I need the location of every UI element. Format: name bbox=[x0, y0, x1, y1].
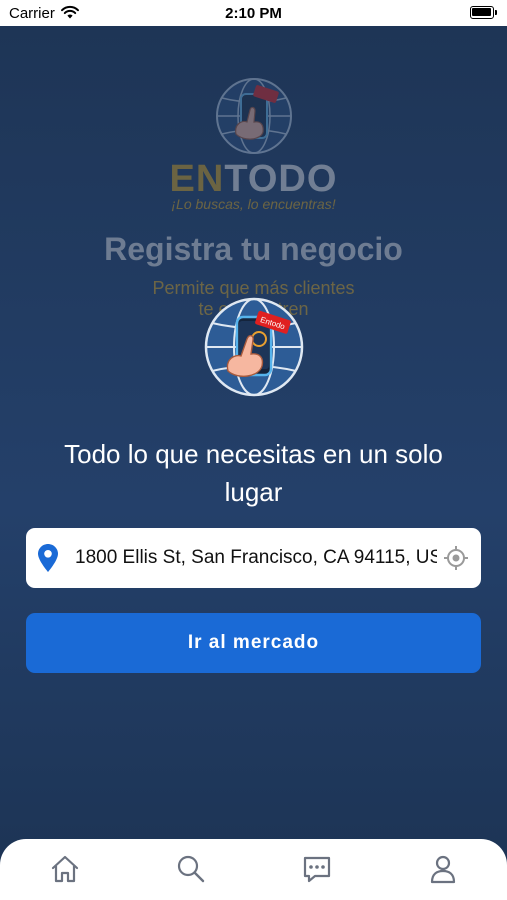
clock: 2:10 PM bbox=[225, 5, 282, 22]
banner-globe-icon bbox=[214, 76, 294, 161]
go-to-market-button[interactable]: Ir al mercado bbox=[26, 613, 481, 673]
main-screen: ENTODO ¡Lo buscas, lo encuentras! Regist… bbox=[0, 26, 507, 900]
brand-en: EN bbox=[169, 158, 225, 200]
bottom-nav bbox=[0, 839, 507, 900]
app-logo-icon: Entodo bbox=[204, 297, 304, 397]
brand-wordmark: ENTODO bbox=[0, 158, 507, 201]
chat-icon[interactable] bbox=[301, 853, 333, 885]
banner-title: Registra tu negocio bbox=[104, 231, 403, 267]
banner-subtitle-line1: Permite que más clientes bbox=[152, 278, 355, 298]
address-value[interactable]: 1800 Ellis St, San Francisco, CA 94115, … bbox=[75, 547, 437, 569]
brand-todo: TODO bbox=[224, 158, 338, 200]
search-icon[interactable] bbox=[175, 853, 207, 885]
address-field[interactable]: 1800 Ellis St, San Francisco, CA 94115, … bbox=[26, 528, 481, 588]
headline: Todo lo que necesitas en un solo lugar bbox=[64, 439, 443, 507]
battery-icon bbox=[470, 6, 498, 19]
home-icon[interactable] bbox=[49, 853, 81, 885]
status-bar: Carrier 2:10 PM bbox=[0, 0, 507, 26]
brand-slogan: ¡Lo buscas, lo encuentras! bbox=[171, 196, 336, 212]
profile-icon[interactable] bbox=[427, 853, 459, 885]
location-pin-icon bbox=[38, 544, 58, 577]
current-location-icon[interactable] bbox=[443, 545, 469, 576]
